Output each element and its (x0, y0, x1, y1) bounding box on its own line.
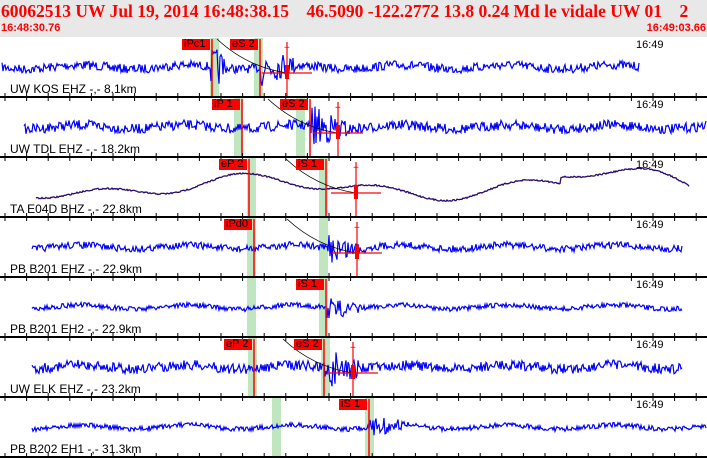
clock-label: 16:49 (636, 159, 664, 171)
plus-icon: + (335, 103, 341, 114)
waveform-trace (23, 106, 707, 145)
seismogram-panels[interactable]: + + + + + UW KOS EHZ -,- 8.1km 16:49 iPc1 eS 2 UW… (0, 37, 707, 458)
event-title: 60062513 UW Jul 19, 2014 16:48:38.15 46.… (1, 1, 689, 21)
station-label: UW KOS EHZ -,- 8.1km (10, 82, 137, 96)
start-time: 16:48:30.76 (1, 22, 61, 34)
amplitude-marker (355, 245, 359, 259)
amplitude-marker (351, 365, 355, 379)
waveform-trace (1, 49, 640, 86)
waveform-trace (31, 298, 683, 318)
station-label: PB B201 EH2 -,- 22.9km (10, 322, 142, 336)
phase-pick-label[interactable]: eP 2 (219, 159, 247, 170)
amplitude-marker (285, 65, 289, 79)
clock-label: 16:49 (636, 39, 664, 51)
phase-pick-label[interactable]: eS 2 (280, 99, 308, 110)
plus-icon: + (284, 43, 290, 54)
end-time: 16:49:03.66 (646, 22, 706, 34)
station-label: TA E04D BHZ -,- 22.8km (10, 202, 142, 216)
station-label: UW ELK EHZ -,- 23.2km (10, 382, 141, 396)
phase-pick-label[interactable]: iS 1 (296, 159, 324, 170)
amplitude-marker (354, 185, 358, 199)
phase-pick-label[interactable]: eS 2 (230, 39, 258, 50)
clock-label: 16:49 (636, 99, 664, 111)
clock-label: 16:49 (636, 279, 664, 291)
station-label: PB B201 EHZ -,- 22.9km (10, 262, 143, 276)
station-label: PB B202 EH1 -,- 31.3km (10, 442, 142, 456)
waveform-trace (35, 167, 690, 203)
phase-pick-label[interactable]: iPd0 (224, 219, 252, 230)
plus-icon: + (353, 163, 359, 174)
clock-label: 16:49 (636, 339, 664, 351)
phase-pick-label[interactable]: iPc1 (182, 39, 210, 50)
event-header: 60062513 UW Jul 19, 2014 16:48:38.15 46.… (0, 0, 707, 37)
amplitude-marker (336, 125, 340, 139)
phase-pick-label[interactable]: iS 1 (296, 279, 324, 290)
clock-label: 16:49 (636, 399, 664, 411)
plus-icon: + (350, 343, 356, 354)
phase-pick-label[interactable]: iP 1 (212, 99, 240, 110)
phase-pick-label[interactable]: iS 1 (339, 399, 367, 410)
station-label: UW TDL EHZ -,- 18.2km (10, 142, 141, 156)
phase-pick-label[interactable]: eS 2 (294, 339, 322, 350)
phase-pick-label[interactable]: eP 2 (224, 339, 252, 350)
clock-label: 16:49 (636, 219, 664, 231)
plus-icon: + (354, 223, 360, 234)
